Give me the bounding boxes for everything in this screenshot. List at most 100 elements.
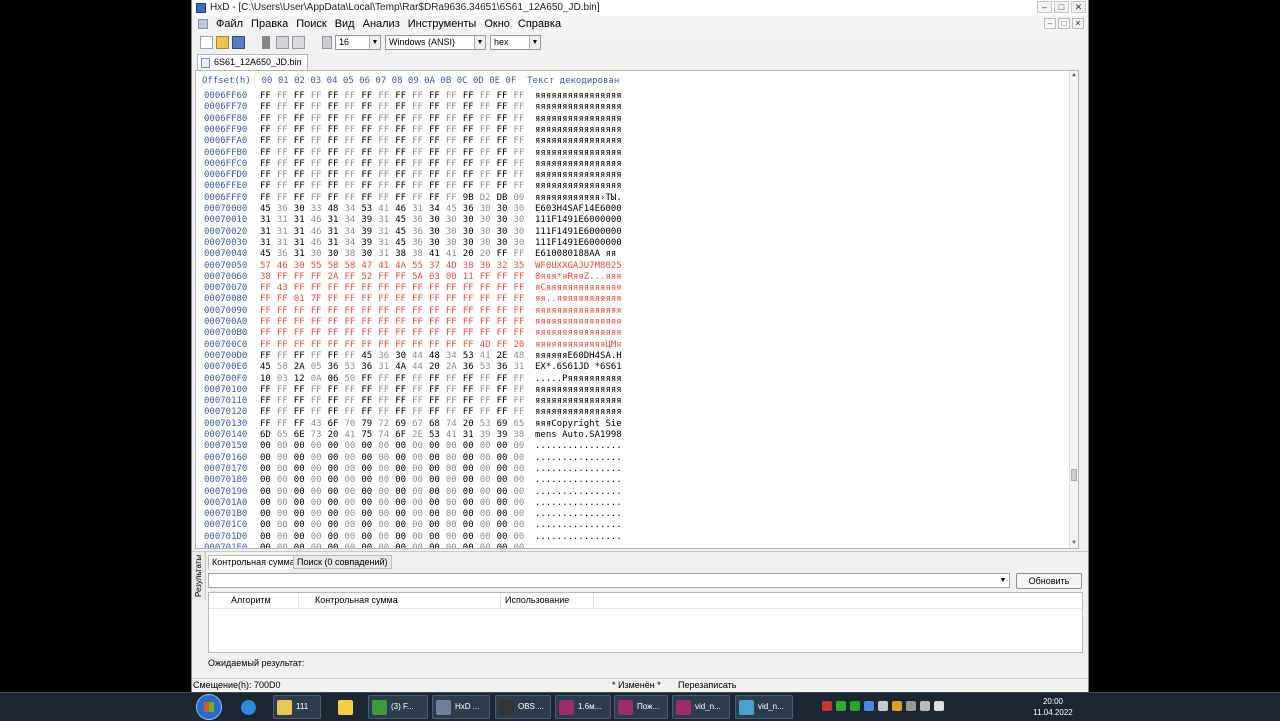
- byte-cell[interactable]: 00: [311, 498, 327, 508]
- byte-cell[interactable]: FF: [311, 328, 327, 338]
- byte-cell[interactable]: FF: [260, 419, 276, 429]
- row-decoded-text[interactable]: яя..яяяяяяяяяяяя: [535, 294, 622, 304]
- byte-cell[interactable]: 00: [463, 464, 479, 474]
- byte-cell[interactable]: 41: [480, 351, 496, 361]
- byte-cell[interactable]: 31: [378, 215, 394, 225]
- byte-cell[interactable]: FF: [514, 181, 530, 191]
- byte-cell[interactable]: 00: [294, 509, 310, 519]
- start-button[interactable]: [196, 694, 222, 720]
- ie-icon-button[interactable]: [237, 695, 265, 719]
- byte-cell[interactable]: 45: [395, 215, 411, 225]
- byte-cell[interactable]: FF: [361, 407, 377, 417]
- byte-cell[interactable]: 00: [497, 453, 513, 463]
- byte-cell[interactable]: FF: [446, 136, 462, 146]
- byte-cell[interactable]: 31: [294, 249, 310, 259]
- byte-cell[interactable]: FF: [294, 114, 310, 124]
- byte-cell[interactable]: FF: [514, 283, 530, 293]
- byte-cell[interactable]: 00: [311, 441, 327, 451]
- byte-cell[interactable]: FF: [446, 328, 462, 338]
- byte-cell[interactable]: 00: [361, 441, 377, 451]
- byte-cell[interactable]: 34: [345, 204, 361, 214]
- clock[interactable]: 20:00 11.04.2022: [1028, 696, 1078, 718]
- byte-cell[interactable]: 00: [480, 464, 496, 474]
- byte-cell[interactable]: 36: [277, 249, 293, 259]
- byte-cell[interactable]: FF: [395, 396, 411, 406]
- byte-cell[interactable]: 00: [429, 543, 445, 548]
- byte-cell[interactable]: FF: [311, 340, 327, 350]
- byte-cell[interactable]: 79: [361, 419, 377, 429]
- byte-cell[interactable]: FF: [514, 396, 530, 406]
- byte-cell[interactable]: 00: [328, 475, 344, 485]
- byte-cell[interactable]: FF: [395, 193, 411, 203]
- byte-cell[interactable]: 00: [463, 453, 479, 463]
- byte-cell[interactable]: 00: [311, 487, 327, 497]
- byte-cell[interactable]: 30: [429, 227, 445, 237]
- byte-cell[interactable]: 30: [497, 215, 513, 225]
- byte-cell[interactable]: 00: [514, 498, 530, 508]
- byte-cell[interactable]: 00: [395, 509, 411, 519]
- byte-cell[interactable]: 00: [328, 509, 344, 519]
- byte-cell[interactable]: 46: [395, 204, 411, 214]
- row-decoded-text[interactable]: .....Pяяяяяяяяяя: [535, 374, 622, 384]
- byte-cell[interactable]: FF: [429, 159, 445, 169]
- byte-cell[interactable]: FF: [260, 385, 276, 395]
- byte-cell[interactable]: FF: [480, 328, 496, 338]
- byte-cell[interactable]: FF: [497, 114, 513, 124]
- byte-cell[interactable]: FF: [412, 374, 428, 384]
- byte-cell[interactable]: 4D: [446, 261, 462, 271]
- byte-cell[interactable]: FF: [463, 340, 479, 350]
- byte-cell[interactable]: 00: [311, 509, 327, 519]
- byte-cell[interactable]: FF: [429, 91, 445, 101]
- update-button[interactable]: Обновить: [1016, 573, 1082, 589]
- byte-cell[interactable]: FF: [480, 272, 496, 282]
- byte-cell[interactable]: FF: [294, 272, 310, 282]
- byte-cell[interactable]: FF: [446, 385, 462, 395]
- byte-cell[interactable]: 30: [446, 227, 462, 237]
- byte-cell[interactable]: 38: [260, 272, 276, 282]
- byte-cell[interactable]: 00: [446, 464, 462, 474]
- byte-cell[interactable]: FF: [378, 91, 394, 101]
- offset-base-select[interactable]: hex ▼: [490, 35, 541, 50]
- byte-cell[interactable]: 00: [463, 509, 479, 519]
- byte-cell[interactable]: 00: [446, 272, 462, 282]
- byte-cell[interactable]: FF: [412, 283, 428, 293]
- byte-cell[interactable]: FF: [514, 249, 530, 259]
- byte-cell[interactable]: 00: [497, 464, 513, 474]
- byte-cell[interactable]: FF: [311, 181, 327, 191]
- byte-cell[interactable]: 00: [260, 543, 276, 548]
- byte-cell[interactable]: 00: [361, 475, 377, 485]
- byte-cell[interactable]: 31: [328, 227, 344, 237]
- byte-cell[interactable]: 31: [378, 238, 394, 248]
- byte-cell[interactable]: 20: [328, 430, 344, 440]
- byte-cell[interactable]: 00: [378, 487, 394, 497]
- byte-cell[interactable]: FF: [429, 374, 445, 384]
- byte-cell[interactable]: FF: [277, 294, 293, 304]
- byte-cell[interactable]: 00: [429, 475, 445, 485]
- byte-cell[interactable]: FF: [395, 181, 411, 191]
- byte-cell[interactable]: 58: [345, 261, 361, 271]
- byte-cell[interactable]: 00: [446, 487, 462, 497]
- byte-cell[interactable]: FF: [277, 125, 293, 135]
- byte-cell[interactable]: FF: [294, 340, 310, 350]
- byte-cell[interactable]: 38: [412, 249, 428, 259]
- byte-cell[interactable]: 00: [345, 532, 361, 542]
- byte-cell[interactable]: 41: [429, 249, 445, 259]
- byte-cell[interactable]: 00: [361, 520, 377, 530]
- byte-cell[interactable]: 45: [260, 249, 276, 259]
- byte-cell[interactable]: 00: [446, 532, 462, 542]
- byte-cell[interactable]: FF: [395, 328, 411, 338]
- byte-cell[interactable]: FF: [497, 374, 513, 384]
- byte-cell[interactable]: 30: [361, 249, 377, 259]
- byte-cell[interactable]: 00: [514, 543, 530, 548]
- byte-cell[interactable]: 45: [260, 362, 276, 372]
- byte-cell[interactable]: 00: [395, 453, 411, 463]
- byte-cell[interactable]: FF: [497, 170, 513, 180]
- byte-cell[interactable]: 31: [277, 215, 293, 225]
- byte-cell[interactable]: 36: [463, 362, 479, 372]
- byte-cell[interactable]: FF: [497, 272, 513, 282]
- hex-editor-view[interactable]: Offset(h) 00 01 02 03 04 05 06 07 08 09 …: [195, 70, 1079, 549]
- byte-cell[interactable]: FF: [311, 351, 327, 361]
- byte-cell[interactable]: FF: [328, 351, 344, 361]
- row-decoded-text[interactable]: яяяяяяяяяяяяяяяя: [535, 114, 622, 124]
- byte-cell[interactable]: 00: [294, 520, 310, 530]
